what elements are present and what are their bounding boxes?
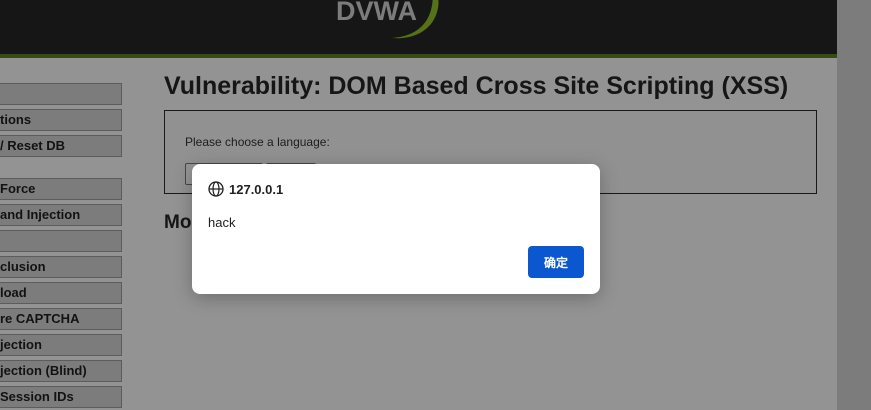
dialog-message: hack [208, 215, 236, 230]
dialog-origin: 127.0.0.1 [229, 181, 284, 197]
globe-icon [208, 181, 224, 197]
alert-dialog: 127.0.0.1 hack 确定 [192, 164, 600, 294]
dialog-header: 127.0.0.1 [208, 180, 283, 198]
ok-button[interactable]: 确定 [528, 246, 584, 278]
